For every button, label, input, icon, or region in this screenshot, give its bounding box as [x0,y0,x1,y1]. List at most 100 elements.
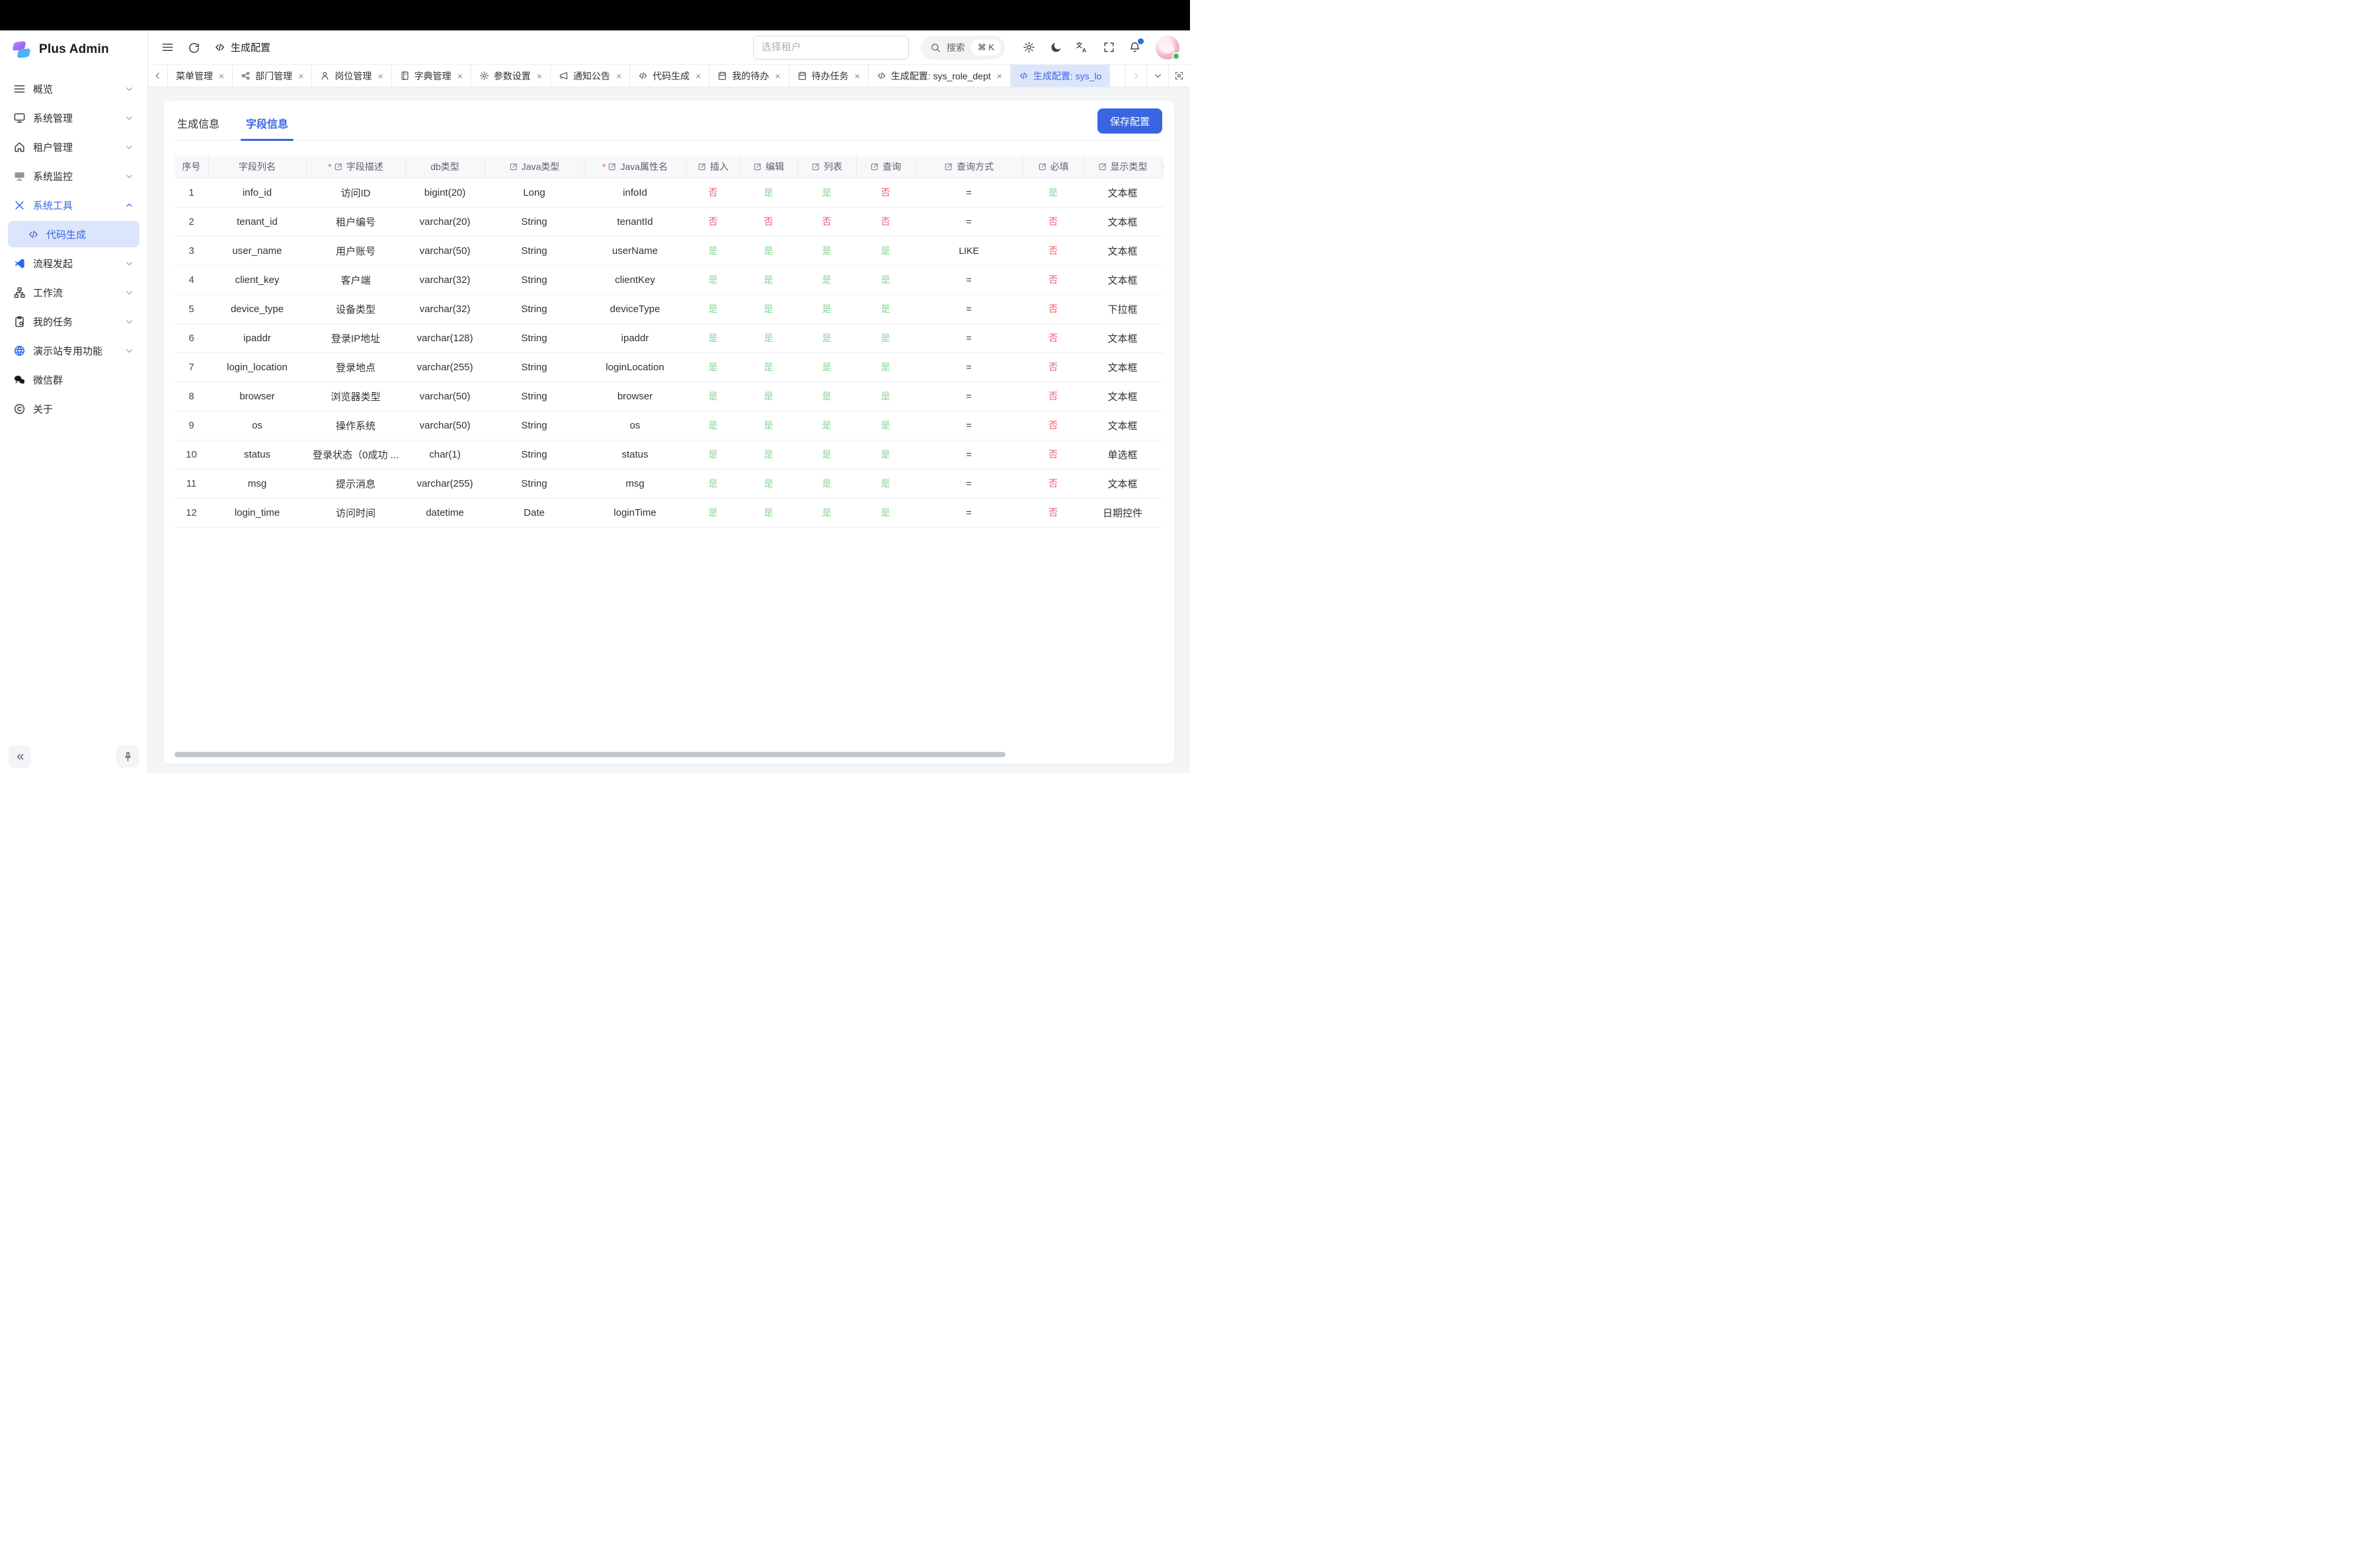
tab-gen-config-sys-lo[interactable]: 生成配置: sys_lo [1011,65,1110,87]
close-icon[interactable]: × [219,71,224,81]
tab-menu-mgmt[interactable]: 菜单管理× [168,65,233,87]
cell-clipped [1162,469,1164,498]
cell-java-attr: deviceType [584,294,686,323]
column-header-clipped[interactable] [1162,155,1164,178]
boolean-flag: 是 [709,362,718,372]
user-avatar[interactable] [1156,36,1179,60]
cell-clipped [1162,411,1164,440]
tabs-scroll-left-button[interactable] [148,65,168,87]
tab-my-todo[interactable]: 我的待办× [709,65,789,87]
column-header-java-type[interactable]: Java类型 [485,155,584,178]
sidebar-item-system-mgmt[interactable]: 系统管理 [8,104,139,131]
cell-list: 是 [797,352,856,382]
refresh-button[interactable] [182,36,205,59]
fullscreen-button[interactable] [1097,36,1120,59]
sidebar-item-about[interactable]: 关于 [8,395,139,422]
cell-column-name: info_id [208,178,306,207]
collapse-icon [15,751,26,762]
boolean-flag: 是 [881,274,891,285]
tab-dept-mgmt[interactable]: 部门管理× [233,65,312,87]
tab-todo-tasks[interactable]: 待办任务× [789,65,869,87]
close-icon[interactable]: × [616,71,621,81]
sidebar-item-my-tasks[interactable]: 我的任务 [8,308,139,335]
tab-generate-info[interactable]: 生成信息 [176,107,221,140]
close-icon[interactable]: × [298,71,303,81]
close-icon[interactable]: × [537,71,542,81]
cell-query: 是 [856,469,915,498]
column-header-required[interactable]: 必填 [1023,155,1084,178]
cell-insert: 是 [686,236,740,265]
content-fullscreen-button[interactable] [1168,65,1190,87]
column-header-insert[interactable]: 插入 [686,155,740,178]
notifications-button[interactable] [1124,36,1146,59]
cell-insert: 否 [686,207,740,236]
sidebar-collapse-button[interactable] [9,745,31,768]
page-tab-bar: 菜单管理×部门管理×岗位管理×字典管理×参数设置×通知公告×代码生成×我的待办×… [148,65,1190,87]
cell-display-type: 文本框 [1084,411,1162,440]
cell-column-name: msg [208,469,306,498]
cell-clipped [1162,498,1164,527]
tab-code-generation[interactable]: 代码生成× [630,65,709,87]
sidebar-item-wechat-group[interactable]: 微信群 [8,366,139,393]
cell-edit: 是 [740,498,797,527]
boolean-flag: 否 [1049,507,1058,518]
cell-column-name: login_time [208,498,306,527]
close-icon[interactable]: × [695,71,701,81]
close-icon[interactable]: × [855,71,860,81]
sidebar-toggle-button[interactable] [156,36,178,59]
close-icon[interactable]: × [457,71,463,81]
globe-icon [13,345,26,357]
boolean-flag: 否 [1049,391,1058,401]
column-header-query[interactable]: 查询 [856,155,915,178]
cell-description: 提示消息 [306,469,405,498]
sidebar-pin-button[interactable] [116,745,139,768]
cell-java-type: String [485,469,584,498]
cell-java-attr: browser [584,382,686,411]
column-header-description[interactable]: *字段描述 [306,155,405,178]
tab-dict-mgmt[interactable]: 字典管理× [392,65,471,87]
sidebar-item-tenant-mgmt[interactable]: 租户管理 [8,134,139,160]
table-body: 1info_id访问IDbigint(20)LonginfoId否是是否=是文本… [175,178,1164,527]
tab-post-mgmt[interactable]: 岗位管理× [312,65,391,87]
cell-description: 租户编号 [306,207,405,236]
tab-param-settings[interactable]: 参数设置× [471,65,551,87]
column-header-query-mode[interactable]: 查询方式 [915,155,1023,178]
tab-field-info[interactable]: 字段信息 [245,107,290,140]
scrollbar-thumb[interactable] [175,752,1006,757]
cell-edit: 是 [740,178,797,207]
sidebar-item-overview[interactable]: 概览 [8,75,139,102]
display-icon [13,170,26,183]
cell-db-type: varchar(20) [405,207,485,236]
tabs-scroll-right-button[interactable] [1125,65,1146,87]
column-header-display-type[interactable]: 显示类型 [1084,155,1162,178]
boolean-flag: 是 [881,333,891,343]
cell-insert: 是 [686,440,740,469]
close-icon[interactable]: × [377,71,383,81]
sidebar-item-system-monitor[interactable]: 系统监控 [8,163,139,189]
sidebar-item-code-generation[interactable]: 代码生成 [8,221,139,247]
horizontal-scrollbar[interactable] [175,752,1164,757]
column-header-java-attr[interactable]: *Java属性名 [584,155,686,178]
translate-icon: 文A [1076,41,1089,54]
tabs-dropdown-button[interactable] [1146,65,1168,87]
sidebar-item-system-tools[interactable]: 系统工具 [8,192,139,218]
save-config-button[interactable]: 保存配置 [1097,108,1162,134]
settings-button[interactable] [1018,36,1041,59]
tenant-select-input[interactable] [753,36,909,60]
sidebar-item-demo-features[interactable]: 演示站专用功能 [8,337,139,364]
close-icon[interactable]: × [775,71,780,81]
table-row: 11msg提示消息varchar(255)Stringmsg是是是是=否文本框 [175,469,1164,498]
global-search-button[interactable]: 搜索 ⌘ K [921,36,1005,60]
language-button[interactable]: 文A [1071,36,1093,59]
sidebar-item-process-start[interactable]: 流程发起 [8,250,139,276]
close-icon[interactable]: × [997,71,1002,81]
notification-dot [1138,38,1144,44]
boolean-flag: 是 [709,274,718,285]
cell-index: 3 [175,236,208,265]
tab-gen-config-role-dept[interactable]: 生成配置: sys_role_dept× [869,65,1011,87]
dark-mode-toggle[interactable] [1045,36,1067,59]
column-header-edit[interactable]: 编辑 [740,155,797,178]
tab-notice[interactable]: 通知公告× [551,65,630,87]
sidebar-item-workflow[interactable]: 工作流 [8,279,139,305]
column-header-list[interactable]: 列表 [797,155,856,178]
